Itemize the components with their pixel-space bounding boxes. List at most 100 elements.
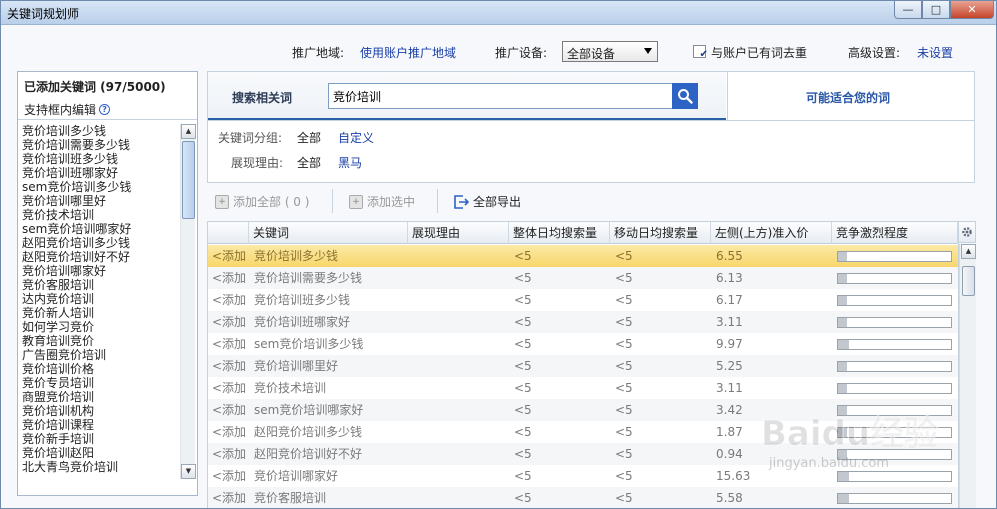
table-row[interactable]: <添加 竞价培训哪家好 <5 <5 15.63 bbox=[208, 465, 958, 487]
table-row[interactable]: <添加 赵阳竞价培训多少钱 <5 <5 1.87 bbox=[208, 421, 958, 443]
table-row[interactable]: <添加 竞价培训多少钱 <5 <5 6.55 bbox=[208, 245, 958, 267]
header-competition[interactable]: 竞争激烈程度 bbox=[832, 222, 958, 244]
added-keyword-item: 竞价培训需要多少钱 bbox=[22, 138, 131, 152]
reason-filter-all[interactable]: 全部 bbox=[297, 154, 321, 171]
add-row-link[interactable]: <添加 bbox=[212, 443, 246, 465]
scroll-thumb[interactable] bbox=[182, 141, 195, 219]
help-icon[interactable]: ? bbox=[99, 104, 111, 115]
group-label: 关键词分组: bbox=[218, 131, 283, 145]
window-title: 关键词规划师 bbox=[7, 7, 80, 21]
region-link[interactable]: 使用账户推广地域 bbox=[360, 44, 456, 61]
competition-bar bbox=[837, 251, 952, 262]
row-keyword: sem竞价培训哪家好 bbox=[254, 403, 364, 417]
scroll-up-icon[interactable]: ▲ bbox=[181, 124, 196, 139]
competition-bar bbox=[837, 295, 952, 306]
add-all-button[interactable]: + 添加全部 ( 0 ) bbox=[215, 193, 309, 210]
competition-bar bbox=[837, 383, 952, 394]
row-keyword: 竞价培训哪里好 bbox=[254, 359, 339, 373]
group-filter-custom[interactable]: 自定义 bbox=[338, 129, 374, 146]
table-row[interactable]: <添加 竞价技术培训 <5 <5 3.11 bbox=[208, 377, 958, 399]
add-row-link[interactable]: <添加 bbox=[212, 289, 246, 311]
header-reason[interactable]: 展现理由 bbox=[408, 222, 509, 244]
keywords-scrollbar[interactable]: ▲ ▼ bbox=[180, 124, 196, 479]
add-row-link[interactable]: <添加 bbox=[212, 311, 246, 333]
add-row-link[interactable]: <添加 bbox=[212, 267, 246, 289]
competition-bar bbox=[837, 317, 952, 328]
add-all-icon: + bbox=[215, 194, 229, 209]
competition-bar-fill bbox=[838, 318, 848, 327]
title-bar[interactable]: 关键词规划师 — □ ✕ bbox=[1, 1, 996, 25]
row-mobile-volume: <5 bbox=[615, 337, 633, 351]
table-scrollbar[interactable]: ▲ bbox=[959, 244, 976, 508]
add-selected-label: 添加选中 bbox=[367, 195, 416, 209]
add-row-link[interactable]: <添加 bbox=[212, 487, 246, 508]
table-row[interactable]: <添加 竞价培训需要多少钱 <5 <5 6.13 bbox=[208, 267, 958, 289]
advanced-link[interactable]: 未设置 bbox=[917, 44, 953, 61]
header-mobile-volume[interactable]: 移动日均搜索量 bbox=[610, 222, 711, 244]
search-input[interactable] bbox=[329, 84, 669, 108]
table-row[interactable]: <添加 赵阳竞价培训好不好 <5 <5 0.94 bbox=[208, 443, 958, 465]
added-keyword-item: 竞价培训赵阳 bbox=[22, 446, 95, 460]
maximize-button[interactable]: □ bbox=[922, 1, 950, 19]
row-entry-price: 3.11 bbox=[716, 381, 743, 395]
tab-suggested[interactable]: 可能适合您的词 bbox=[727, 72, 975, 120]
table-row[interactable]: <添加 sem竞价培训多少钱 <5 <5 9.97 bbox=[208, 333, 958, 355]
added-keyword-item: 竞价新手培训 bbox=[22, 432, 95, 446]
row-mobile-volume: <5 bbox=[615, 293, 633, 307]
add-row-link[interactable]: <添加 bbox=[212, 465, 246, 487]
row-entry-price: 6.17 bbox=[716, 293, 743, 307]
dedupe-checkbox[interactable]: ✔ bbox=[693, 45, 708, 60]
table-row[interactable]: <添加 竞价培训哪里好 <5 <5 5.25 bbox=[208, 355, 958, 377]
added-keyword-item: 如何学习竞价 bbox=[22, 320, 95, 334]
add-row-link[interactable]: <添加 bbox=[212, 245, 246, 267]
added-keyword-item: 竞价技术培训 bbox=[22, 208, 95, 222]
add-row-link[interactable]: <添加 bbox=[212, 333, 246, 355]
row-entry-price: 3.11 bbox=[716, 315, 743, 329]
header-keyword[interactable]: 关键词 bbox=[249, 222, 408, 244]
scroll-down-icon[interactable]: ▼ bbox=[181, 464, 196, 479]
added-keyword-item: 竞价培训班多少钱 bbox=[22, 152, 119, 166]
added-keyword-item: sem竞价培训多少钱 bbox=[22, 180, 132, 194]
device-select[interactable]: 全部设备 bbox=[562, 41, 658, 62]
chevron-down-icon bbox=[644, 48, 652, 54]
competition-bar-fill bbox=[838, 494, 850, 503]
added-keywords-title: 已添加关键词 (97/5000) bbox=[24, 80, 166, 94]
column-settings-button[interactable] bbox=[959, 221, 976, 243]
header-total-volume[interactable]: 整体日均搜索量 bbox=[509, 222, 610, 244]
table-row[interactable]: <添加 竞价培训班多少钱 <5 <5 6.17 bbox=[208, 289, 958, 311]
header-entry-price[interactable]: 左侧(上方)准入价 bbox=[711, 222, 832, 244]
row-keyword: 竞价培训多少钱 bbox=[254, 249, 339, 263]
row-total-volume: <5 bbox=[514, 381, 532, 395]
table-row[interactable]: <添加 sem竞价培训哪家好 <5 <5 3.42 bbox=[208, 399, 958, 421]
table-row[interactable]: <添加 竞价客服培训 <5 <5 5.58 bbox=[208, 487, 958, 508]
add-row-link[interactable]: <添加 bbox=[212, 355, 246, 377]
added-keywords-textarea[interactable]: 竞价培训多少钱 竞价培训需要多少钱 竞价培训班多少钱 竞价培训班哪家好 sem竞价培训多… bbox=[18, 124, 178, 479]
row-keyword: 竞价技术培训 bbox=[254, 381, 327, 395]
row-mobile-volume: <5 bbox=[615, 469, 633, 483]
add-row-link[interactable]: <添加 bbox=[212, 377, 246, 399]
tab-search-related[interactable]: 搜索相关词 bbox=[208, 72, 726, 120]
table-row[interactable]: <添加 竞价培训班哪家好 <5 <5 3.11 bbox=[208, 311, 958, 333]
scroll-thumb[interactable] bbox=[962, 266, 975, 296]
gear-icon bbox=[962, 227, 972, 237]
tab-suggested-label: 可能适合您的词 bbox=[806, 91, 891, 105]
add-row-link[interactable]: <添加 bbox=[212, 399, 246, 421]
add-row-link[interactable]: <添加 bbox=[212, 421, 246, 443]
reason-filter-darkhorse[interactable]: 黑马 bbox=[338, 154, 362, 171]
export-all-button[interactable]: 全部导出 bbox=[453, 193, 521, 210]
added-keyword-item: 竞价新人培训 bbox=[22, 306, 95, 320]
add-selected-button[interactable]: + 添加选中 bbox=[349, 193, 415, 210]
search-button[interactable] bbox=[672, 83, 698, 109]
row-mobile-volume: <5 bbox=[615, 381, 633, 395]
row-total-volume: <5 bbox=[514, 491, 532, 505]
competition-bar bbox=[837, 493, 952, 504]
close-button[interactable]: ✕ bbox=[950, 1, 994, 19]
scroll-up-icon[interactable]: ▲ bbox=[961, 244, 976, 259]
row-mobile-volume: <5 bbox=[615, 447, 633, 461]
group-filter-all[interactable]: 全部 bbox=[297, 129, 321, 146]
row-total-volume: <5 bbox=[514, 403, 532, 417]
row-entry-price: 1.87 bbox=[716, 425, 743, 439]
device-select-value: 全部设备 bbox=[567, 47, 616, 61]
row-total-volume: <5 bbox=[514, 469, 532, 483]
minimize-button[interactable]: — bbox=[894, 1, 922, 19]
